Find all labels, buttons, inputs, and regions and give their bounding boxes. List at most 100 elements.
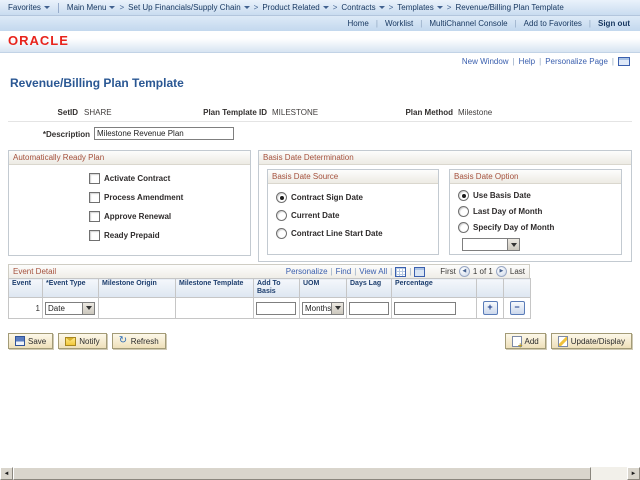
breadcrumb: Favorites Main Menu > Set Up Financials/… <box>0 0 640 16</box>
scroll-left-button[interactable] <box>0 467 13 480</box>
main-menu[interactable]: Main Menu <box>67 3 116 12</box>
event-number-cell: 1 <box>8 297 43 320</box>
description-input[interactable] <box>94 127 234 140</box>
divider: | <box>330 267 333 276</box>
personalize-link[interactable]: Personalize <box>286 267 328 276</box>
divider: | <box>420 19 423 28</box>
day-of-month-select[interactable] <box>462 238 520 251</box>
col-uom: UOM <box>299 277 347 299</box>
help-link[interactable]: Help <box>519 57 535 66</box>
col-milestone-origin: Milestone Origin <box>98 277 176 299</box>
dropdown-arrow-icon[interactable] <box>507 239 519 250</box>
breadcrumb-item-setup-financials[interactable]: Set Up Financials/Supply Chain <box>128 3 250 12</box>
breadcrumb-item-current-page: Revenue/Billing Plan Template <box>455 3 563 12</box>
divider: | <box>611 57 614 66</box>
basis-date-determination-title: Basis Date Determination <box>259 151 631 165</box>
dropdown-arrow-icon[interactable] <box>331 302 343 314</box>
multichannel-console-link[interactable]: MultiChannel Console <box>429 19 507 28</box>
process-amendment-checkbox[interactable] <box>89 192 100 203</box>
uom-select[interactable]: Months <box>302 301 344 315</box>
add-button[interactable]: Add <box>504 333 546 350</box>
milestone-template-cell <box>175 297 254 320</box>
event-detail-toolbar: Event Detail Personalize | Find | View A… <box>8 264 530 278</box>
uom-cell: Months <box>299 297 347 320</box>
contract-sign-date-radio[interactable] <box>276 192 287 203</box>
utility-nav: Home | Worklist | MultiChannel Console |… <box>0 16 640 31</box>
breadcrumb-label: Set Up Financials/Supply Chain <box>128 3 241 12</box>
dropdown-arrow-icon[interactable] <box>82 302 94 314</box>
checkbox-label: Activate Contract <box>104 174 171 183</box>
save-button[interactable]: Save <box>8 333 54 349</box>
delete-row-cell: − <box>503 297 531 320</box>
day-of-month-value <box>463 239 507 250</box>
activate-contract-checkbox[interactable] <box>89 173 100 184</box>
approve-renewal-checkbox[interactable] <box>89 211 100 222</box>
percentage-input[interactable] <box>394 301 456 315</box>
breadcrumb-label: Product Related <box>262 3 320 12</box>
next-row-icon[interactable]: ▶ <box>495 266 507 277</box>
chevron-down-icon <box>43 6 50 9</box>
download-icon[interactable] <box>395 266 407 277</box>
delete-row-button[interactable]: − <box>509 301 525 316</box>
days-lag-input[interactable] <box>349 301 389 315</box>
last-day-of-month-radio[interactable] <box>458 206 469 217</box>
event-detail-table: Event *Event Type Milestone Origin Miles… <box>8 277 531 320</box>
event-type-select[interactable]: Date <box>45 301 95 315</box>
breadcrumb-item-contracts[interactable]: Contracts <box>341 3 385 12</box>
previous-row-icon[interactable]: ◀ <box>458 266 470 277</box>
pager-last-label: Last <box>509 267 525 276</box>
find-link[interactable]: Find <box>336 267 352 276</box>
scrollbar-track[interactable] <box>591 467 627 480</box>
update-display-icon <box>557 335 568 347</box>
add-row-button[interactable]: + <box>482 301 498 316</box>
activate-contract-row: Activate Contract <box>89 173 250 184</box>
horizontal-scrollbar <box>0 467 640 480</box>
chevron-down-icon <box>322 6 329 9</box>
radio-label: Current Date <box>291 211 340 220</box>
notify-button[interactable]: Notify <box>58 333 107 349</box>
basis-date-source-groupbox: Basis Date Source Contract Sign Date Cur… <box>267 169 439 255</box>
use-basis-date-radio[interactable] <box>458 190 469 201</box>
add-to-basis-input[interactable] <box>256 301 296 315</box>
basis-date-source-title: Basis Date Source <box>268 170 438 184</box>
add-to-favorites-link[interactable]: Add to Favorites <box>524 19 582 28</box>
breadcrumb-item-templates[interactable]: Templates <box>397 3 443 12</box>
current-date-radio[interactable] <box>276 210 287 221</box>
specify-day-of-month-radio[interactable] <box>458 222 469 233</box>
event-detail-title: Event Detail <box>13 267 57 276</box>
notify-envelope-icon <box>65 336 77 346</box>
scrollbar-thumb[interactable] <box>13 467 591 480</box>
divider: | <box>514 19 517 28</box>
personalize-page-link[interactable]: Personalize Page <box>545 57 608 66</box>
worklist-link[interactable]: Worklist <box>385 19 413 28</box>
toolbar-right: Add Update/Display <box>504 333 632 350</box>
refresh-button[interactable]: Refresh <box>111 333 166 349</box>
zoom-grid-icon[interactable] <box>414 266 426 277</box>
page-title: Revenue/Billing Plan Template <box>10 76 184 90</box>
breadcrumb-separator: > <box>446 3 452 12</box>
basis-date-option-groupbox: Basis Date Option Use Basis Date Last Da… <box>449 169 622 255</box>
new-window-link[interactable]: New Window <box>462 57 509 66</box>
home-link[interactable]: Home <box>348 19 369 28</box>
update-display-button[interactable]: Update/Display <box>550 333 632 349</box>
breadcrumb-item-product-related[interactable]: Product Related <box>262 3 329 12</box>
col-days-lag: Days Lag <box>346 277 392 299</box>
breadcrumb-label: Revenue/Billing Plan Template <box>455 3 564 12</box>
breadcrumb-separator: > <box>253 3 259 12</box>
percentage-cell <box>391 297 477 320</box>
contract-line-start-date-radio[interactable] <box>276 228 287 239</box>
refresh-label: Refresh <box>130 336 159 346</box>
description-label: *Description <box>42 130 90 139</box>
copy-url-icon[interactable] <box>618 57 630 66</box>
divider: | <box>588 19 591 28</box>
sign-out-link[interactable]: Sign out <box>598 19 630 28</box>
scroll-right-button[interactable] <box>627 467 640 480</box>
add-row-cell: + <box>476 297 504 320</box>
plan-method-label: Plan Method <box>405 108 453 117</box>
checkbox-label: Ready Prepaid <box>104 231 160 240</box>
notify-label: Notify <box>79 336 100 346</box>
ready-prepaid-checkbox[interactable] <box>89 230 100 241</box>
favorites-menu[interactable]: Favorites <box>8 3 50 12</box>
view-all-link[interactable]: View All <box>359 267 387 276</box>
pager-position: 1 of 1 <box>472 267 493 276</box>
